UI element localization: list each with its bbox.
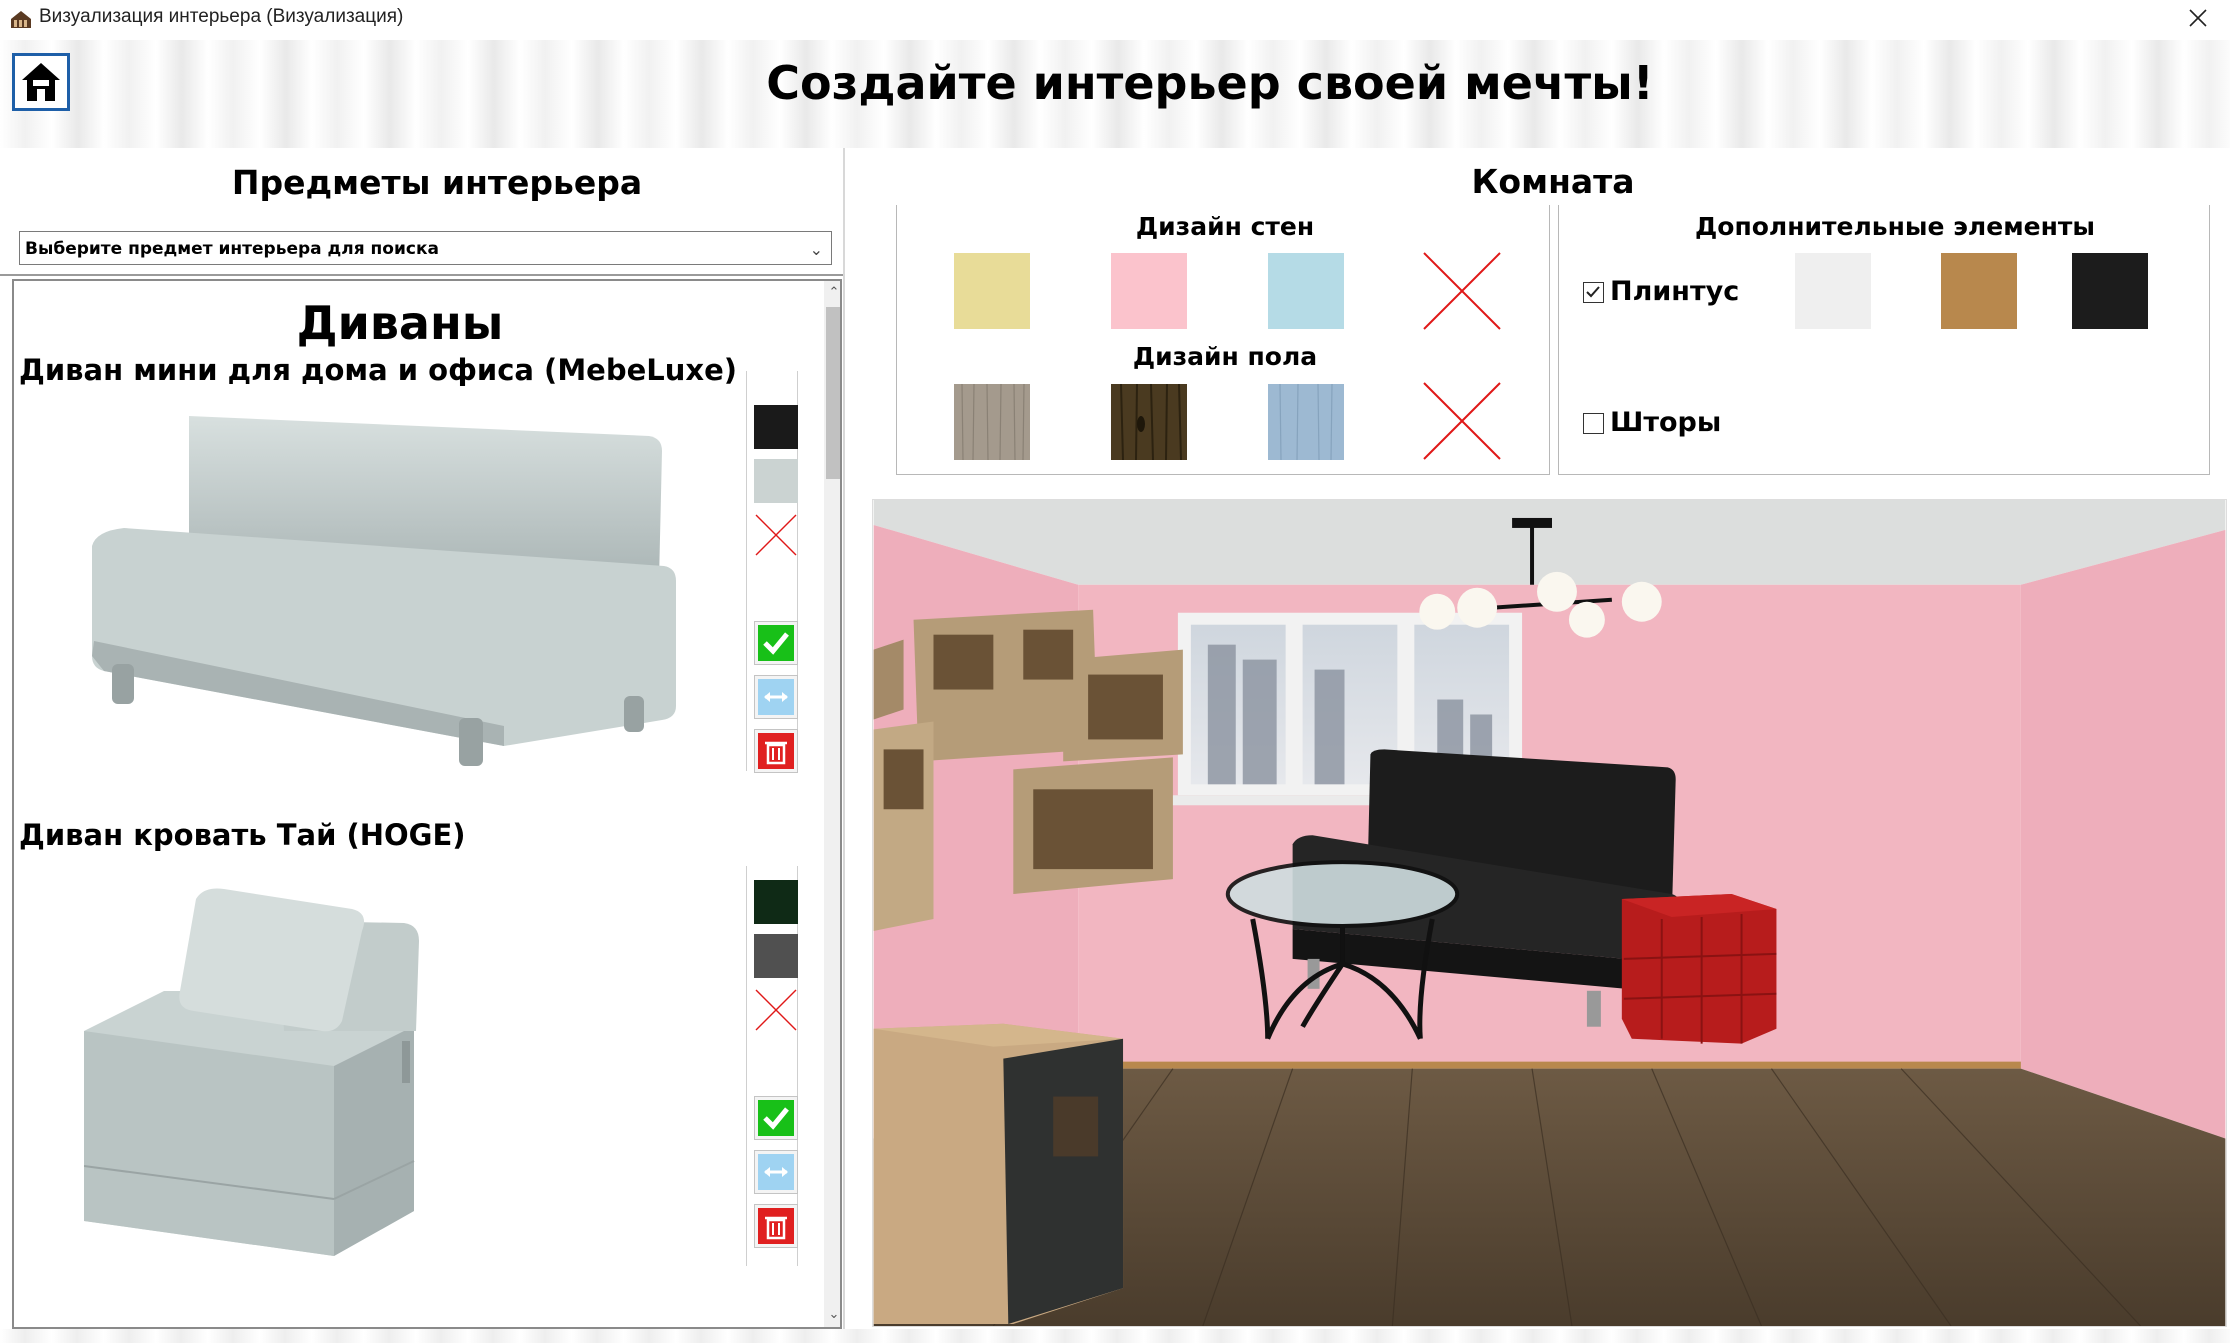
extras-heading: Дополнительные элементы	[1695, 212, 2095, 241]
delete-button[interactable]	[754, 1204, 798, 1248]
curtains-checkbox[interactable]	[1583, 413, 1604, 434]
baseboard-label[interactable]: Плинтус	[1610, 276, 1739, 307]
sofa-bed-image[interactable]	[84, 881, 604, 1291]
walls-heading: Дизайн стен	[1135, 212, 1315, 241]
page-title: Создайте интерьер своей мечты!	[766, 56, 1654, 110]
window-titlebar: Визуализация интерьера (Визуализация)	[0, 0, 2230, 40]
item-options-column	[746, 371, 798, 773]
baseboard	[1078, 1061, 2021, 1069]
add-button[interactable]	[754, 621, 798, 665]
add-button[interactable]	[754, 1096, 798, 1140]
right-wall	[2020, 529, 2226, 1139]
resize-arrows-icon	[758, 1154, 794, 1190]
chevron-down-icon: ⌄	[809, 240, 823, 259]
window-title: Визуализация интерьера (Визуализация)	[39, 6, 404, 27]
room-title: Комната	[1471, 162, 1635, 201]
left-panel-divider	[0, 274, 845, 276]
category-heading: Диваны	[296, 296, 504, 350]
item-search-select[interactable]: Выберите предмет интерьера для поиска ⌄	[19, 231, 832, 265]
floor-texture-light-wood[interactable]	[954, 384, 1030, 460]
floor-texture-blue-wood[interactable]	[1268, 384, 1344, 460]
color-swatch[interactable]	[754, 405, 798, 449]
scroll-thumb[interactable]	[826, 307, 840, 479]
baseboard-checkbox[interactable]	[1583, 282, 1604, 303]
app-icon	[11, 11, 31, 28]
resize-button[interactable]	[754, 675, 798, 719]
trash-icon	[758, 733, 794, 769]
remove-floor-icon[interactable]	[1422, 381, 1502, 461]
remove-wall-icon[interactable]	[1422, 251, 1502, 331]
color-swatch[interactable]	[754, 880, 798, 924]
checkmark-icon	[758, 625, 794, 661]
bottom-band	[0, 1329, 2230, 1343]
item-title: Диван мини для дома и офиса (MebeLuxe)	[19, 353, 738, 387]
no-color-icon[interactable]	[754, 988, 798, 1032]
color-swatch[interactable]	[754, 459, 798, 503]
scroll-down-arrow-icon[interactable]: ⌄	[824, 1303, 840, 1327]
close-icon[interactable]	[2184, 4, 2212, 32]
no-color-icon[interactable]	[754, 513, 798, 557]
panel-divider	[843, 148, 845, 1338]
catalog-list: Диваны Диван мини для дома и офиса (Mebe…	[12, 279, 842, 1329]
color-swatch[interactable]	[754, 934, 798, 978]
curtains-label[interactable]: Шторы	[1610, 407, 1721, 438]
checkmark-icon	[1586, 286, 1600, 298]
baseboard-color-tile[interactable]	[2072, 253, 2148, 329]
room-visualization[interactable]	[872, 499, 2227, 1327]
scroll-up-arrow-icon[interactable]: ⌃	[824, 281, 840, 305]
floor-texture-dark-wood[interactable]	[1111, 384, 1187, 460]
delete-button[interactable]	[754, 729, 798, 773]
checkmark-icon	[758, 1100, 794, 1136]
catalog-scrollbar[interactable]: ⌃ ⌄	[824, 281, 840, 1327]
search-select-placeholder: Выберите предмет интерьера для поиска	[25, 239, 439, 259]
wall-color-tile[interactable]	[954, 253, 1030, 329]
left-panel-title: Предметы интерьера	[231, 163, 643, 202]
baseboard-color-tile[interactable]	[1941, 253, 2017, 329]
resize-button[interactable]	[754, 1150, 798, 1194]
trash-icon	[758, 1208, 794, 1244]
baseboard-color-tile[interactable]	[1795, 253, 1871, 329]
resize-arrows-icon	[758, 679, 794, 715]
floor-heading: Дизайн пола	[1132, 342, 1318, 371]
wall-color-tile[interactable]	[1111, 253, 1187, 329]
item-title: Диван кровать Тай (HOGE)	[19, 818, 466, 852]
red-pouf	[1621, 894, 1777, 1044]
ceiling	[873, 500, 2226, 585]
wall-color-tile[interactable]	[1268, 253, 1344, 329]
item-options-column	[746, 866, 798, 1266]
cabinet	[873, 1023, 1124, 1325]
sofa-image[interactable]	[64, 406, 704, 781]
